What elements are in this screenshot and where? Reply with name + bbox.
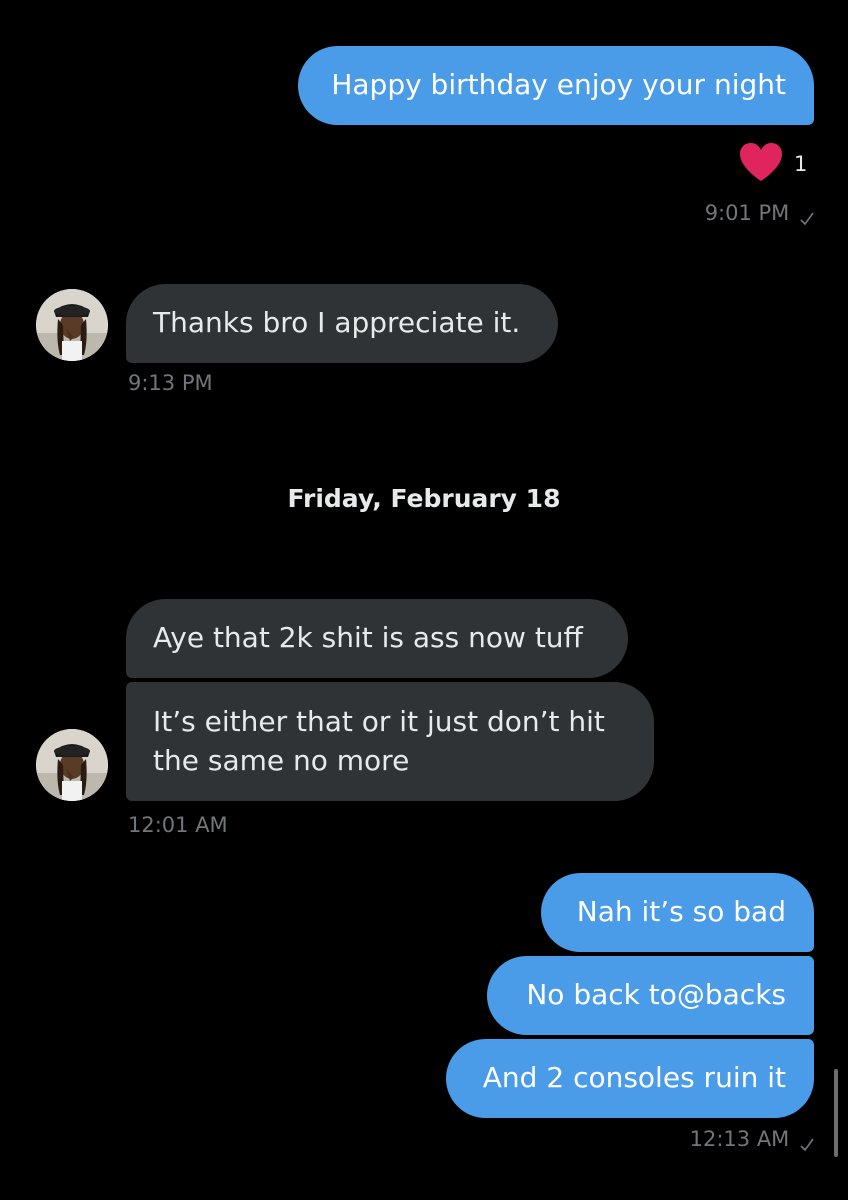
message-bubble-outgoing[interactable]: Happy birthday enjoy your night: [298, 46, 814, 125]
message-bubble-incoming[interactable]: Thanks bro I appreciate it.: [126, 284, 558, 363]
message-bubble-outgoing[interactable]: No back to@backs: [487, 956, 814, 1035]
scrollbar[interactable]: [834, 1069, 838, 1157]
message-timestamp: 9:01 PM: [704, 201, 814, 226]
message-bubble-incoming[interactable]: It’s either that or it just don’t hit th…: [126, 682, 654, 801]
message-timestamp: 9:13 PM: [128, 371, 213, 395]
heart-icon: [738, 141, 784, 187]
reaction-count: 1: [794, 152, 808, 176]
message-bubble-outgoing[interactable]: Nah it’s so bad: [541, 873, 814, 952]
timestamp-text: 9:01 PM: [704, 201, 790, 225]
message-timestamp: 12:13 AM: [689, 1127, 814, 1152]
message-bubble-outgoing[interactable]: And 2 consoles ruin it: [446, 1039, 814, 1118]
message-timestamp: 12:01 AM: [128, 813, 228, 837]
timestamp-text: 12:13 AM: [689, 1127, 790, 1151]
heart-reaction[interactable]: 1: [738, 141, 807, 187]
checkmark-icon: [800, 1133, 814, 1152]
checkmark-icon: [800, 207, 814, 226]
avatar[interactable]: [36, 729, 108, 801]
date-separator: Friday, February 18: [287, 484, 561, 513]
avatar[interactable]: [36, 289, 108, 361]
message-bubble-incoming[interactable]: Aye that 2k shit is ass now tuff: [126, 599, 628, 678]
